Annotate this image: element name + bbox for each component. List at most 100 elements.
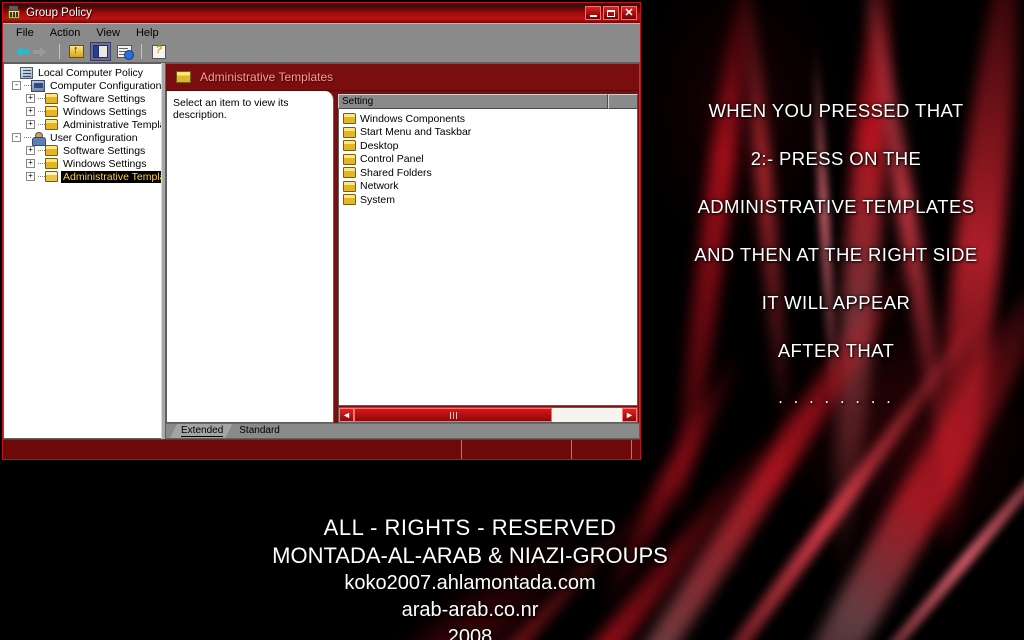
list-item[interactable]: Desktop	[343, 139, 637, 153]
console-tree[interactable]: Local Computer Policy - Computer Configu…	[3, 63, 161, 439]
column-header-setting[interactable]: Setting	[338, 94, 608, 109]
expander-icon[interactable]: -	[12, 81, 21, 90]
computer-icon	[31, 79, 45, 92]
expander-icon[interactable]: +	[26, 172, 35, 181]
folder-icon	[343, 126, 356, 138]
tab-standard[interactable]: Standard	[228, 424, 289, 438]
statusbar-cell	[572, 440, 632, 459]
menu-help[interactable]: Help	[129, 26, 166, 40]
column-header-extra[interactable]	[608, 94, 638, 109]
statusbar	[3, 439, 640, 459]
statusbar-cell	[3, 440, 462, 459]
tree-node-label: Software Settings	[63, 92, 146, 105]
list-item[interactable]: System	[343, 193, 637, 207]
overlay-line: AND THEN AT THE RIGHT SIDE	[694, 244, 978, 265]
page-title: Administrative Templates	[200, 70, 334, 84]
user-icon	[31, 131, 46, 146]
horizontal-scrollbar[interactable]: ◄ ►	[338, 407, 638, 423]
scrollbar-track[interactable]	[354, 408, 622, 422]
list-item[interactable]: Start Menu and Taskbar	[343, 126, 637, 140]
forward-button[interactable]	[32, 42, 53, 61]
folder-icon	[45, 106, 58, 117]
scrollbar-thumb[interactable]	[354, 408, 553, 422]
folder-icon	[343, 167, 356, 179]
settings-list[interactable]: Windows Components Start Menu and Taskba…	[338, 109, 638, 406]
tree-connector	[38, 176, 45, 177]
tree-connector	[38, 98, 45, 99]
toolbar-separator	[59, 44, 60, 59]
list-item[interactable]: Windows Components	[343, 112, 637, 126]
tree-connector	[24, 85, 31, 86]
tree-node-computer-configuration[interactable]: - Computer Configuration	[6, 79, 161, 92]
export-list-button[interactable]	[114, 42, 135, 61]
view-tabs: Extended Standard	[166, 423, 639, 438]
tree-node-administrative-templates-computer[interactable]: + Administrative Templates	[6, 118, 161, 131]
settings-list-column: Setting Windows Components Start Menu an…	[334, 91, 639, 423]
list-item[interactable]: Control Panel	[343, 153, 637, 167]
credits-line-1: ALL - RIGHTS - RESERVED	[323, 515, 617, 540]
list-item[interactable]: Network	[343, 180, 637, 194]
credits-block: ALL - RIGHTS - RESERVED MONTADA-AL-ARAB …	[0, 514, 940, 640]
group-policy-window: Group Policy ✕ File Action View Help ↑ ?…	[2, 2, 641, 460]
overlay-dots: . . . . . . . .	[778, 388, 894, 407]
folder-icon	[45, 93, 58, 104]
overlay-line: AFTER THAT	[777, 340, 895, 361]
scroll-right-button[interactable]: ►	[622, 408, 637, 422]
menubar: File Action View Help	[3, 23, 640, 41]
details-pane: Administrative Templates Select an item …	[166, 63, 640, 439]
folder-icon	[343, 113, 356, 125]
expander-icon[interactable]: -	[12, 133, 21, 142]
tree-connector	[24, 137, 31, 138]
statusbar-resize-grip[interactable]	[632, 440, 640, 459]
folder-icon	[343, 194, 356, 206]
close-button[interactable]: ✕	[621, 6, 637, 20]
tree-node-windows-settings[interactable]: + Windows Settings	[6, 105, 161, 118]
tree-node-user-configuration[interactable]: - User Configuration	[6, 131, 161, 146]
up-one-level-button[interactable]	[66, 42, 87, 61]
credits-line-3: koko2007.ahlamontada.com	[344, 572, 596, 594]
maximize-button[interactable]	[603, 6, 619, 20]
menu-file[interactable]: File	[9, 26, 41, 40]
tree-node-software-settings-user[interactable]: + Software Settings	[6, 144, 161, 157]
tree-node-software-settings[interactable]: + Software Settings	[6, 92, 161, 105]
credits-line-5: 2008	[447, 626, 493, 640]
folder-icon	[343, 180, 356, 192]
tree-node-administrative-templates-user[interactable]: + Administrative Templates	[6, 170, 161, 183]
pane-split: Select an item to view its description. …	[166, 91, 639, 423]
window-titlebar[interactable]: Group Policy ✕	[3, 3, 640, 23]
expander-icon	[8, 68, 17, 77]
folder-icon	[45, 119, 58, 130]
expander-icon[interactable]: +	[26, 146, 35, 155]
expander-icon[interactable]: +	[26, 94, 35, 103]
expander-icon[interactable]: +	[26, 120, 35, 129]
help-button[interactable]	[148, 42, 169, 61]
tree-node-label: Windows Settings	[63, 105, 147, 118]
pane-header: Administrative Templates	[166, 64, 639, 91]
folder-icon	[343, 140, 356, 152]
tree-node-local-computer-policy[interactable]: Local Computer Policy	[6, 66, 161, 79]
list-item[interactable]: Shared Folders	[343, 166, 637, 180]
show-hide-console-tree-button[interactable]	[90, 42, 111, 61]
description-pane: Select an item to view its description.	[166, 91, 334, 423]
screen: WHEN YOU PRESSED THAT 2:- PRESS ON THE A…	[0, 0, 1024, 640]
menu-view[interactable]: View	[89, 26, 127, 40]
description-text: Select an item to view its description.	[173, 97, 289, 121]
overlay-line: IT WILL APPEAR	[761, 292, 911, 313]
list-item-label: System	[360, 193, 396, 206]
tree-node-windows-settings-user[interactable]: + Windows Settings	[6, 157, 161, 170]
tree-node-label: User Configuration	[50, 131, 138, 144]
scroll-left-button[interactable]: ◄	[339, 408, 354, 422]
list-item-label: Start Menu and Taskbar	[360, 126, 472, 139]
instruction-overlay: WHEN YOU PRESSED THAT 2:- PRESS ON THE A…	[648, 100, 1024, 434]
statusbar-cell	[462, 440, 572, 459]
back-button[interactable]	[8, 42, 29, 61]
tab-extended[interactable]: Extended	[170, 424, 232, 438]
minimize-button[interactable]	[585, 6, 601, 20]
list-item-label: Control Panel	[360, 153, 424, 166]
window-buttons: ✕	[585, 6, 637, 20]
toolbar-separator	[141, 44, 142, 59]
expander-icon[interactable]: +	[26, 107, 35, 116]
window-body: Local Computer Policy - Computer Configu…	[3, 63, 640, 439]
menu-action[interactable]: Action	[43, 26, 88, 40]
expander-icon[interactable]: +	[26, 159, 35, 168]
